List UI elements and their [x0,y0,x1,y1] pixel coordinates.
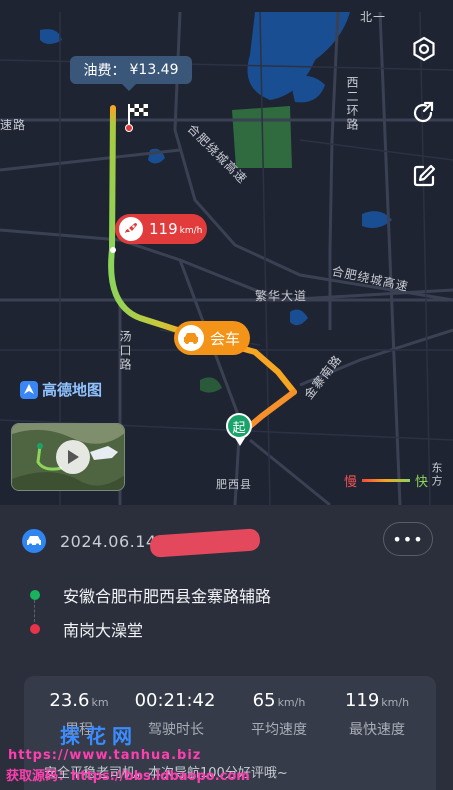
more-options-button[interactable]: ••• [383,522,433,556]
legend-fast-label: 快 [415,475,429,490]
start-pin[interactable]: 起 [226,413,252,446]
finish-flag-icon [125,104,148,132]
legend-slow-label: 慢 [344,475,358,490]
stat-value: 65 [252,690,276,711]
trip-header: 2024.06.14 [22,528,157,554]
destination-dot-icon [30,624,40,634]
route-segment [109,105,116,253]
amap-logo-text: 高德地图 [42,381,103,399]
road-label: 北一 [360,10,387,24]
stat-value: 00:21:42 [134,690,216,711]
amap-logo: 高德地图 [19,379,102,400]
speed-legend: 慢 快 [344,471,428,490]
car-icon [178,325,204,351]
settings-button[interactable] [409,34,439,64]
rocket-icon [119,217,143,241]
road-label: 繁华大道 [255,289,308,303]
stat-max-speed: 119 km/h 最快速度 [332,690,422,739]
road-label: 汤口路 [118,330,132,372]
watermark-source: 获取源码：https://bbs.ldbaopo.com [6,769,250,784]
amap-logo-icon [20,380,38,399]
meet-car-label: 会车 [210,329,241,348]
stat-label: 最快速度 [349,722,405,738]
stat-label: 驾驶时长 [148,722,204,738]
stat-label: 平均速度 [251,722,307,738]
edit-button[interactable] [409,161,439,191]
settings-icon [413,36,435,62]
trip-date: 2024.06.14 [60,531,157,551]
watermark-title: 探花网 [60,724,138,748]
max-speed-marker[interactable]: 119 km/h [115,214,207,244]
share-icon [413,101,434,123]
share-button[interactable] [409,98,439,128]
stat-unit: km/h [381,696,410,709]
road-label: 肥西县 [216,478,252,491]
road-label: 西二环路 [345,76,359,132]
car-icon [22,529,46,553]
fuel-cost-label: 油费： [83,63,126,79]
destination-address: 南岗大澡堂 [63,621,144,640]
edit-icon [413,164,436,187]
max-speed-unit: km/h [179,226,203,236]
stat-value: 119 [344,690,380,711]
origin-dot-icon [30,590,40,600]
route-segment [108,247,193,337]
fuel-cost-bubble: 油费： ¥13.49 [70,56,192,91]
meet-car-marker[interactable]: 会车 [174,321,250,355]
road-label: 东方 [430,462,443,488]
origin-address: 安徽合肥市肥西县金寨路辅路 [63,587,272,606]
park-shape [200,377,222,393]
watermark-url: https://www.tanhua.biz [8,748,202,763]
origin-row: 安徽合肥市肥西县金寨路辅路 [30,583,271,607]
road-label: 速路 [0,118,27,132]
route-map[interactable]: 北一 速路 合肥绕城高速 西二环路 合肥绕城高速 繁华大道 汤口路 金寨南路 肥… [0,0,453,505]
destination-row: 南岗大澡堂 [30,617,143,641]
stat-duration: 00:21:42 驾驶时长 [131,690,221,739]
stat-unit: km/h [277,696,306,709]
play-icon [56,440,90,474]
fuel-cost-value: ¥13.49 [129,62,179,78]
pond-shape [290,309,308,326]
stat-avg-speed: 65 km/h 平均速度 [234,690,324,739]
pond-shape [40,29,62,44]
stat-unit: km [91,696,109,709]
replay-video-thumbnail[interactable] [11,423,125,491]
stat-value: 23.6 [49,690,90,711]
redaction-mark [149,528,261,558]
lake-shape [290,76,325,103]
max-speed-value: 119 [149,220,178,238]
legend-gradient-bar [362,479,411,482]
route-point [110,247,116,253]
start-pin-label: 起 [232,420,246,436]
